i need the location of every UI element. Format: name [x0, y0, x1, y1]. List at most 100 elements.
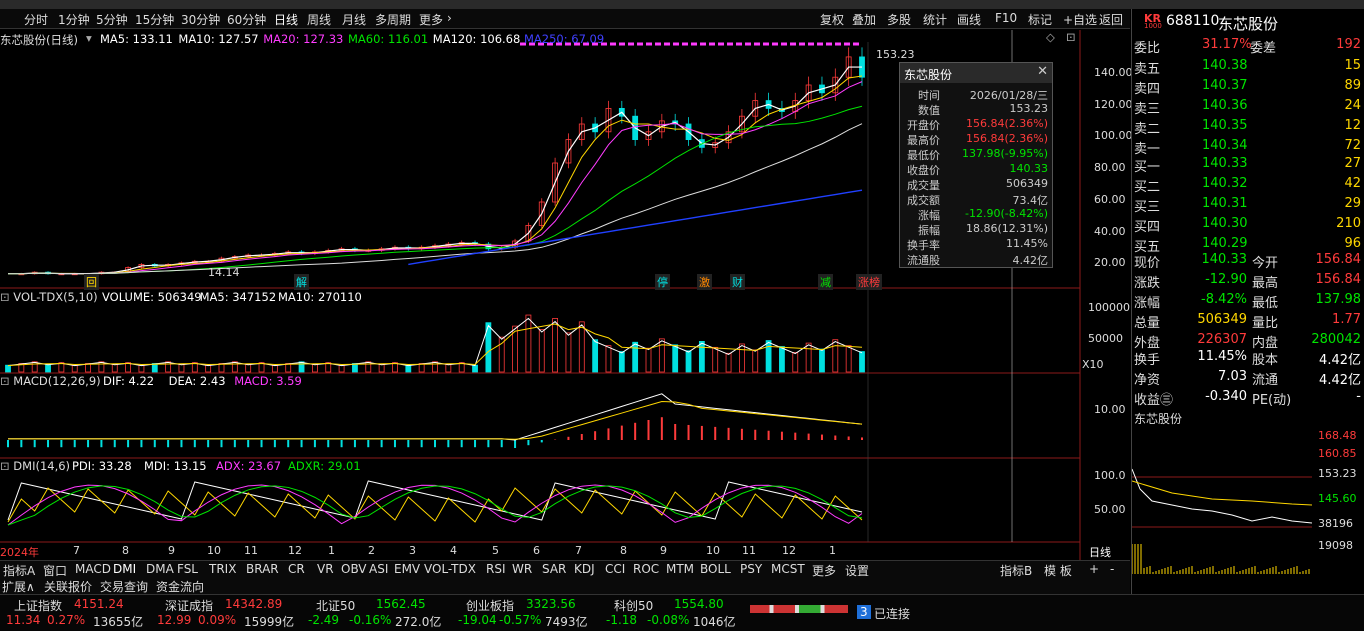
tab-2[interactable]: MACD [75, 562, 111, 576]
tab-9[interactable]: VR [317, 562, 334, 576]
stat-label-a: 涨跌 [1134, 276, 1161, 291]
period-label[interactable]: 日线 [1089, 544, 1111, 560]
toolbar-6[interactable]: 标记 [1028, 11, 1052, 28]
period-6[interactable]: 日线 [274, 11, 298, 28]
volume-bar [71, 364, 78, 373]
toolbar-8[interactable]: 返回 [1099, 11, 1123, 28]
period-1[interactable]: 1分钟 [58, 11, 90, 28]
tab-5[interactable]: FSL [177, 562, 198, 576]
ext-tab-2[interactable]: 交易查询 [100, 578, 148, 595]
tab-23[interactable]: MCST [771, 562, 805, 576]
status-text: 已连接 [874, 607, 911, 621]
event-marker-4[interactable]: 财 [730, 274, 745, 290]
dea-line [8, 400, 863, 440]
tooltip-key-0: 时间 [918, 89, 940, 102]
period-8[interactable]: 月线 [342, 11, 366, 28]
event-marker-1[interactable]: 解 [294, 274, 309, 290]
tooltip-val-9: 18.86(12.31%) [965, 222, 1048, 235]
index-name-0[interactable]: 上证指数 [14, 597, 62, 614]
stat2-value-b: - [1356, 389, 1361, 404]
stat2-value-a: 11.45% [1197, 349, 1247, 364]
tab-18[interactable]: CCI [605, 562, 625, 576]
volume-bar [605, 345, 612, 373]
tab-10[interactable]: OBV [341, 562, 367, 576]
chevron-down-icon[interactable]: ▾ [86, 31, 92, 45]
index-name-2[interactable]: 北证50 [316, 597, 355, 614]
stat-label-b: 最低 [1252, 296, 1279, 311]
tab-13[interactable]: VOL-TDX [424, 562, 476, 576]
mini-intraday-chart[interactable] [1132, 429, 1312, 574]
stat2-label-b: PE(动) [1252, 393, 1292, 408]
tab-8[interactable]: CR [288, 562, 305, 576]
period-5[interactable]: 60分钟 [227, 11, 266, 28]
tooltip-key-3: 最高价 [907, 134, 940, 147]
period-0[interactable]: 分时 [24, 11, 48, 28]
tooltip-key-10: 换手率 [907, 239, 940, 252]
tab-3[interactable]: DMI [113, 562, 136, 576]
volume-bar [538, 329, 545, 373]
diamond-icon[interactable]: ◇ [1046, 30, 1055, 44]
period-10[interactable]: 更多 [419, 11, 443, 28]
tab-14[interactable]: RSI [486, 562, 506, 576]
ma-label-2: MA20: 127.33 [263, 32, 344, 46]
stat-row-0: 现价 140.33 今开 156.84 [1132, 250, 1364, 271]
tab-4[interactable]: DMA [146, 562, 174, 576]
toolbar-2[interactable]: 多股 [887, 11, 911, 28]
event-marker-2[interactable]: 停 [655, 274, 670, 290]
tab-12[interactable]: EMV [394, 562, 420, 576]
toolbar-4[interactable]: 画线 [957, 11, 981, 28]
tab-15[interactable]: WR [512, 562, 532, 576]
toolbar-1[interactable]: 叠加 [852, 11, 876, 28]
volume-bar [378, 363, 385, 373]
collapse-icon[interactable]: ⊡ [0, 374, 13, 388]
tab-21[interactable]: BOLL [700, 562, 731, 576]
xtick-5: 11 [244, 544, 258, 557]
tab-20[interactable]: MTM [666, 562, 694, 576]
mdi-line [7, 487, 863, 523]
event-marker-0[interactable]: 回 [84, 274, 99, 290]
collapse-icon[interactable]: ⊡ [0, 290, 13, 304]
collapse-icon[interactable]: ⊡ [0, 459, 13, 473]
volume-bar [312, 363, 318, 373]
period-4[interactable]: 30分钟 [181, 11, 220, 28]
tab-right-3[interactable]: - [1110, 562, 1114, 576]
tooltip-val-4: 137.98(-9.95%) [962, 147, 1048, 160]
period-3[interactable]: 15分钟 [135, 11, 174, 28]
chevron-right-icon[interactable]: › [447, 11, 452, 25]
ext-tab-3[interactable]: 资金流向 [156, 578, 204, 595]
tab-16[interactable]: SAR [542, 562, 566, 576]
index-change-3: -19.04 [458, 613, 497, 627]
ext-tab-0[interactable]: 扩展∧ [2, 578, 35, 595]
stat-label-b: 今开 [1252, 256, 1279, 271]
quote-panel: KR 1000 688110 东芯股份 委比 31.17% 委差 192 卖五 140.38 15 卖… [1131, 9, 1364, 594]
toolbar-3[interactable]: 统计 [923, 11, 947, 28]
index-name-1[interactable]: 深证成指 [165, 597, 213, 614]
tab-6[interactable]: TRIX [209, 562, 236, 576]
period-2[interactable]: 5分钟 [96, 11, 128, 28]
restore-window-icon[interactable]: ⊡ [1066, 30, 1076, 44]
index-name-3[interactable]: 创业板指 [466, 597, 514, 614]
close-icon[interactable]: ✕ [1037, 64, 1048, 79]
period-7[interactable]: 周线 [307, 11, 331, 28]
tab-7[interactable]: BRAR [246, 562, 279, 576]
ext-tab-1[interactable]: 关联报价 [44, 578, 92, 595]
tooltip-key-7: 成交额 [907, 194, 940, 207]
stat-value-b: 156.84 [1315, 252, 1362, 267]
tab-right-2[interactable]: + [1089, 562, 1099, 576]
toolbar-5[interactable]: F10 [995, 11, 1017, 25]
bid-qty: 27 [1344, 156, 1361, 171]
event-marker-3[interactable]: 激 [697, 274, 712, 290]
toolbar-0[interactable]: 复权 [820, 11, 844, 28]
event-marker-5[interactable]: 减 [818, 274, 833, 290]
index-name-4[interactable]: 科创50 [614, 597, 653, 614]
tab-19[interactable]: ROC [633, 562, 659, 576]
tab-11[interactable]: ASI [369, 562, 388, 576]
volume-bar [859, 351, 865, 373]
event-marker-6[interactable]: 涨榜 [856, 274, 882, 290]
bid-qty: 29 [1344, 196, 1361, 211]
period-9[interactable]: 多周期 [375, 11, 411, 28]
tab-22[interactable]: PSY [740, 562, 762, 576]
tab-17[interactable]: KDJ [574, 562, 595, 576]
ytick-6: 20.00 [1094, 256, 1126, 269]
toolbar-7[interactable]: +自选 [1063, 11, 1097, 28]
